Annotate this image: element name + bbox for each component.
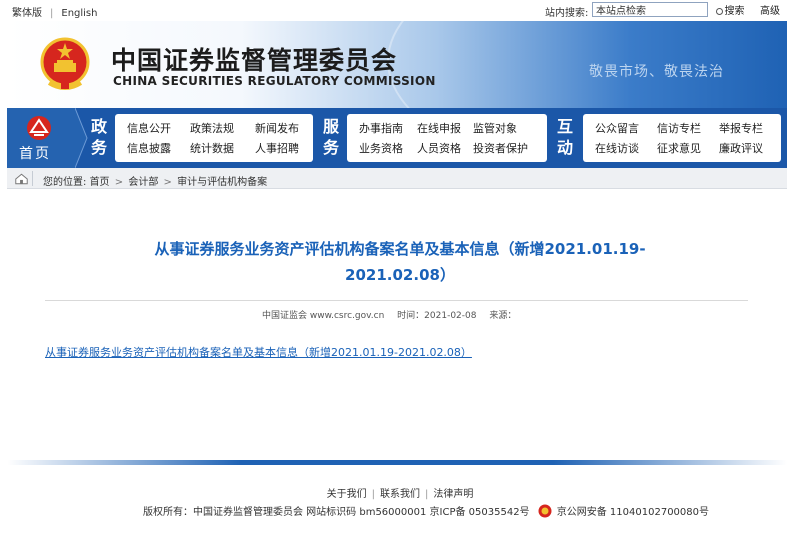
nav-item-report[interactable]: 举报专栏 xyxy=(719,120,763,136)
nav-box-government-affairs: 信息公开 政策法规 新闻发布 信息披露 统计数据 人事招聘 xyxy=(115,114,313,162)
article-source: 中国证监会 www.csrc.gov.cn xyxy=(262,311,385,321)
breadcrumb: 您的位置: 首页 > 会计部 > 审计与评估机构备案 xyxy=(7,168,787,189)
nav-category-government-affairs: 政务 xyxy=(90,117,107,157)
site-title-cn: 中国证券监督管理委员会 xyxy=(111,46,398,75)
nav-item-news[interactable]: 新闻发布 xyxy=(255,120,299,136)
search-button[interactable]: 搜索 xyxy=(712,2,748,17)
nav-item-info-disclosure[interactable]: 信息披露 xyxy=(127,140,171,156)
search-input[interactable] xyxy=(592,2,708,17)
article-meta: 中国证监会 www.csrc.gov.cn 时间：2021-02-08 来源： xyxy=(262,308,526,321)
csrc-logo-icon xyxy=(27,116,51,140)
site-title-en: CHINA SECURITIES REGULATORY COMMISSION xyxy=(113,74,436,88)
footer-link-about[interactable]: 关于我们 xyxy=(327,489,367,500)
breadcrumb-item-accounting[interactable]: 会计部 xyxy=(128,177,158,188)
nav-item-statistics[interactable]: 统计数据 xyxy=(190,140,234,156)
nav-item-petition[interactable]: 信访专栏 xyxy=(657,120,701,136)
search-label: 站内搜索: xyxy=(545,8,589,19)
nav-item-supervised-entities[interactable]: 监管对象 xyxy=(473,120,517,136)
site-slogan: 敬畏市场、敬畏法治 xyxy=(589,64,724,80)
nav-item-consultation[interactable]: 征求意见 xyxy=(657,140,701,156)
nav-item-online-filing[interactable]: 在线申报 xyxy=(417,120,461,136)
nav-category-services: 服务 xyxy=(322,117,339,157)
nav-item-interview[interactable]: 在线访谈 xyxy=(595,140,639,156)
advanced-search-button[interactable]: 高级 xyxy=(752,2,788,17)
breadcrumb-text: 您的位置: 首页 > 会计部 > 审计与评估机构备案 xyxy=(43,173,267,188)
breadcrumb-item-home[interactable]: 首页 xyxy=(90,177,110,188)
title-divider xyxy=(45,300,748,301)
top-bar: 繁体版 | English 站内搜索: 搜索 高级 xyxy=(0,0,800,20)
site-banner: 中国证券监督管理委员会 CHINA SECURITIES REGULATORY … xyxy=(7,21,787,108)
article-title-line2: 2021.02.08） xyxy=(345,266,455,284)
nav-item-info-disclosure-public[interactable]: 信息公开 xyxy=(127,120,171,136)
attachment-link[interactable]: 从事证券服务业务资产评估机构备案名单及基本信息（新增2021.01.19-202… xyxy=(45,344,472,360)
nav-box-services: 办事指南 在线申报 监管对象 业务资格 人员资格 投资者保护 xyxy=(347,114,547,162)
copyright-text: 版权所有：中国证券监督管理委员会 网站标识码 bm56000001 京ICP备 … xyxy=(143,507,530,518)
footer-separator: | xyxy=(371,489,375,500)
nav-item-personnel-qualification[interactable]: 人员资格 xyxy=(417,140,461,156)
nav-item-business-qualification[interactable]: 业务资格 xyxy=(359,140,403,156)
home-label: 首页 xyxy=(19,146,51,162)
nav-divider xyxy=(75,108,88,168)
search-button-label: 搜索 xyxy=(724,6,745,17)
search-icon xyxy=(715,8,723,15)
language-switcher: 繁体版 | English xyxy=(8,4,101,19)
nav-item-recruitment[interactable]: 人事招聘 xyxy=(255,140,299,156)
banner-decoration xyxy=(387,21,787,108)
footer-divider xyxy=(7,460,787,465)
footer-separator: | xyxy=(425,489,429,500)
nav-box-interaction: 公众留言 信访专栏 举报专栏 在线访谈 征求意见 廉政评议 xyxy=(583,114,781,162)
article-title: 从事证券服务业务资产评估机构备案名单及基本信息（新增2021.01.19- 20… xyxy=(60,236,740,288)
national-emblem-icon[interactable] xyxy=(39,35,91,93)
nav-item-policies[interactable]: 政策法规 xyxy=(190,120,234,136)
nav-item-public-message[interactable]: 公众留言 xyxy=(595,120,639,136)
footer-link-contact[interactable]: 联系我们 xyxy=(380,489,420,500)
home-nav-button[interactable]: 首页 xyxy=(7,108,75,168)
traditional-chinese-link[interactable]: 繁体版 xyxy=(12,8,42,19)
article-origin: 来源： xyxy=(489,311,517,321)
article-title-line1: 从事证券服务业务资产评估机构备案名单及基本信息（新增2021.01.19- xyxy=(154,240,646,258)
footer-links: 关于我们 | 联系我们 | 法律声明 xyxy=(0,485,800,500)
nav-item-integrity-review[interactable]: 廉政评议 xyxy=(719,140,763,156)
nav-item-guide[interactable]: 办事指南 xyxy=(359,120,403,136)
site-badge-icon[interactable] xyxy=(538,504,552,518)
breadcrumb-prefix: 您的位置: xyxy=(43,177,87,188)
breadcrumb-item-audit[interactable]: 审计与评估机构备案 xyxy=(177,177,267,188)
nav-item-investor-protection[interactable]: 投资者保护 xyxy=(473,140,528,156)
nav-category-interaction: 互动 xyxy=(556,117,573,157)
breadcrumb-arrow: > xyxy=(163,177,172,188)
copyright-line: 版权所有：中国证券监督管理委员会 网站标识码 bm56000001 京ICP备 … xyxy=(143,503,714,518)
english-link[interactable]: English xyxy=(61,8,97,19)
breadcrumb-arrow: > xyxy=(114,177,124,188)
article-time: 时间：2021-02-08 xyxy=(397,311,477,321)
home-icon[interactable] xyxy=(11,171,33,186)
footer-link-legal[interactable]: 法律声明 xyxy=(433,489,473,500)
police-record-text[interactable]: 京公网安备 11040102700080号 xyxy=(557,507,709,518)
lang-separator: | xyxy=(50,8,54,19)
main-navigation: 首页 政务 信息公开 政策法规 新闻发布 信息披露 统计数据 人事招聘 服务 办… xyxy=(7,108,787,168)
